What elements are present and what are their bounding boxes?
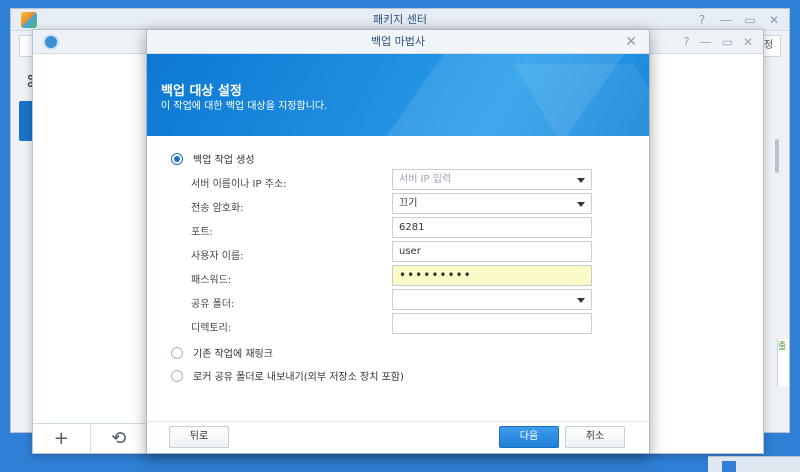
package-center-titlebar[interactable]: 패키지 센터 ? — ▭ ✕ bbox=[11, 9, 789, 31]
help-icon[interactable]: ? bbox=[695, 13, 709, 27]
close-icon[interactable]: ✕ bbox=[767, 13, 781, 27]
help-icon[interactable]: ? bbox=[683, 35, 689, 49]
option-create-task[interactable]: 백업 작업 생성 bbox=[171, 151, 255, 166]
backup-wizard-dialog: 백업 마법사 ✕ 백업 대상 설정 이 작업에 대한 백업 대상을 지정합니다.… bbox=[146, 29, 650, 454]
dialog-footer: 뒤로 다음 취소 bbox=[147, 421, 649, 453]
option-export-local-label: 로커 공유 폴더로 내보내기(외부 저장소 장치 포함) bbox=[193, 372, 404, 383]
option-export-local[interactable]: 로커 공유 폴더로 내보내기(외부 저장소 장치 포함) bbox=[171, 368, 404, 383]
radio-export-local[interactable] bbox=[171, 369, 183, 382]
password-input[interactable]: ••••••••• bbox=[392, 265, 592, 286]
cancel-button[interactable]: 취소 bbox=[565, 426, 625, 448]
minimize-icon[interactable]: — bbox=[700, 35, 712, 49]
package-center-title: 패키지 센터 bbox=[372, 13, 428, 26]
close-icon[interactable]: ✕ bbox=[625, 30, 637, 54]
option-relink-task-label: 기존 작업에 재링크 bbox=[193, 349, 273, 360]
package-center-logo-icon bbox=[21, 12, 37, 28]
encryption-value: 끄기 bbox=[399, 198, 418, 209]
shared-folder-select[interactable] bbox=[392, 289, 592, 310]
dialog-subheading: 이 작업에 대한 백업 대상을 지정합니다. bbox=[161, 101, 328, 112]
password-label: 패스워드: bbox=[191, 275, 232, 286]
history-icon[interactable]: ⟲ bbox=[91, 424, 148, 453]
option-create-task-label: 백업 작업 생성 bbox=[193, 155, 255, 166]
directory-label: 디렉토리: bbox=[191, 323, 232, 334]
encryption-select[interactable]: 끄기 bbox=[392, 193, 592, 214]
server-label: 서버 이름이나 IP 주소: bbox=[191, 179, 287, 190]
username-label: 사용자 이름: bbox=[191, 251, 244, 262]
dialog-titlebar[interactable]: 백업 마법사 ✕ bbox=[147, 30, 649, 54]
shared-folder-label: 공유 폴더: bbox=[191, 299, 235, 310]
close-icon[interactable]: ✕ bbox=[743, 35, 753, 49]
maximize-icon[interactable]: ▭ bbox=[722, 35, 733, 49]
chevron-down-icon[interactable] bbox=[577, 298, 585, 303]
username-input[interactable]: user bbox=[392, 241, 592, 262]
add-icon[interactable]: + bbox=[33, 424, 91, 453]
server-address-placeholder: 서버 IP 입력 bbox=[399, 174, 452, 185]
option-relink-task[interactable]: 기존 작업에 재링크 bbox=[171, 345, 273, 360]
dialog-title: 백업 마법사 bbox=[370, 35, 426, 48]
scrollbar[interactable] bbox=[775, 139, 779, 173]
backup-app-window-controls: ? — ▭ ✕ bbox=[683, 30, 753, 54]
radio-create-task[interactable] bbox=[171, 152, 183, 165]
taskbar-fragment bbox=[708, 456, 800, 472]
directory-input[interactable] bbox=[392, 313, 592, 334]
chevron-down-icon[interactable] bbox=[577, 202, 585, 207]
backup-app-footer: + ⟲ bbox=[33, 423, 148, 453]
backup-app-logo-icon bbox=[43, 34, 59, 50]
minimize-icon[interactable]: — bbox=[719, 13, 733, 27]
port-input[interactable]: 6281 bbox=[392, 217, 592, 238]
chevron-down-icon[interactable] bbox=[577, 178, 585, 183]
package-list-fragment: 줄 bbox=[777, 339, 789, 387]
next-button[interactable]: 다음 bbox=[499, 426, 559, 448]
back-button[interactable]: 뒤로 bbox=[169, 426, 229, 448]
radio-relink-task[interactable] bbox=[171, 346, 183, 359]
dialog-banner: 백업 대상 설정 이 작업에 대한 백업 대상을 지정합니다. bbox=[147, 54, 649, 136]
server-address-combo[interactable]: 서버 IP 입력 bbox=[392, 169, 592, 190]
port-label: 포트: bbox=[191, 227, 213, 238]
encryption-label: 전송 암호화: bbox=[191, 203, 244, 214]
maximize-icon[interactable]: ▭ bbox=[743, 13, 757, 27]
package-center-window-controls: ? — ▭ ✕ bbox=[695, 9, 781, 31]
